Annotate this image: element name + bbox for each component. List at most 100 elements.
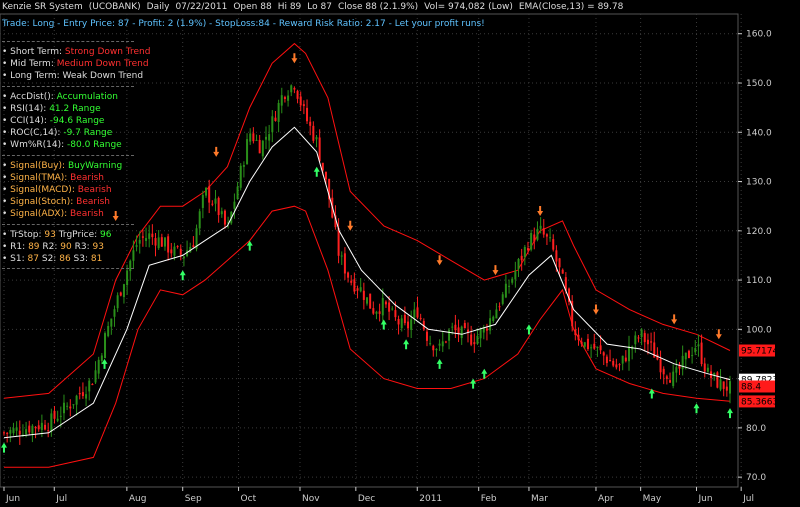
candle-body	[163, 237, 166, 247]
candle-body	[359, 287, 362, 292]
candle-body	[526, 248, 529, 251]
candle-body	[536, 228, 539, 240]
candle-body	[75, 395, 78, 405]
buy-arrow-icon	[179, 270, 186, 281]
candle-body	[599, 345, 602, 351]
candle-body	[214, 198, 217, 204]
x-tick-label: Dec	[358, 494, 375, 504]
candle-body	[343, 253, 346, 274]
candle-body	[643, 333, 646, 343]
candle-body	[640, 329, 643, 338]
candle-body	[593, 343, 596, 349]
y-tick-label: 130.0	[746, 178, 772, 188]
candle-body	[69, 406, 72, 409]
candle-body	[217, 197, 220, 216]
candle-body	[302, 104, 305, 107]
candle-body	[81, 392, 84, 397]
candle-body	[375, 311, 378, 314]
candle-body	[624, 357, 627, 362]
candle-body	[233, 201, 236, 209]
trend-label: Short Term:	[10, 47, 63, 57]
candle-body	[725, 386, 728, 391]
x-tick-label: May	[643, 494, 662, 504]
candle-body	[650, 341, 653, 343]
x-tick-label: Jun	[697, 494, 712, 504]
candle-body	[173, 246, 176, 256]
candle-body	[211, 203, 214, 205]
candle-body	[669, 380, 672, 383]
candle-body	[523, 246, 526, 258]
candle-body	[170, 249, 173, 254]
candle-body	[451, 326, 454, 328]
panel-divider	[2, 85, 134, 88]
candle-body	[397, 319, 400, 325]
candle-body	[9, 429, 12, 434]
candle-body	[242, 165, 245, 167]
candle-body	[400, 318, 403, 329]
candle-body	[410, 319, 413, 330]
candle-body	[40, 422, 43, 430]
y-tick-label: 150.0	[746, 79, 772, 89]
ema-value: EMA(Close,13) = 89.78	[518, 2, 624, 12]
candle-body	[255, 139, 258, 141]
signal-row: • Signal(MACD): Bearish	[2, 185, 112, 196]
sell-arrow-icon	[671, 314, 678, 325]
candle-body	[675, 367, 678, 373]
candle-body	[372, 308, 375, 314]
candle-body	[384, 301, 387, 305]
candle-body	[429, 343, 432, 345]
candle-body	[100, 355, 103, 361]
candle-body	[378, 311, 381, 314]
trend-label: Long Term:	[10, 71, 60, 82]
candle-body	[6, 432, 9, 434]
candle-body	[192, 245, 195, 248]
candle-body	[520, 255, 523, 261]
signal-row: • Signal(ADX): Bearish	[2, 209, 104, 220]
candle-body	[34, 426, 37, 429]
signal-row: • Signal(TMA): Bearish	[2, 172, 104, 183]
candle-body	[729, 381, 731, 394]
candle-body	[694, 348, 697, 353]
candle-body	[542, 228, 545, 235]
candle-body	[72, 404, 75, 406]
candle-body	[605, 356, 608, 364]
candle-body	[659, 358, 662, 373]
indicator-row: • AccDist(): Accumulation	[2, 91, 118, 102]
candle-body	[697, 344, 700, 347]
candle-body	[315, 137, 318, 140]
candle-body	[612, 360, 615, 366]
candle-body	[719, 379, 722, 390]
candle-body	[264, 136, 267, 140]
candle-body	[290, 85, 293, 93]
candle-body	[107, 325, 110, 337]
y-tick-label: 80.0	[746, 424, 766, 434]
candle-body	[312, 125, 315, 141]
indicator-row: • ROC(C,14): -9.7 Range	[2, 128, 113, 139]
x-tick-label: Aug	[129, 494, 147, 504]
candle-body	[552, 239, 555, 250]
candle-body	[66, 405, 69, 407]
buy-arrow-icon	[403, 339, 410, 350]
y-tick-label: 70.0	[746, 473, 766, 483]
candle-body	[88, 380, 91, 392]
volume-value: Vol= 974,082 (Low)	[424, 2, 513, 12]
x-tick-label: Mar	[531, 494, 548, 504]
panel-divider	[2, 223, 134, 226]
candle-body	[239, 165, 242, 188]
sell-arrow-icon	[715, 329, 722, 340]
candle-body	[530, 233, 533, 250]
open-value: Open 88	[233, 2, 272, 12]
trend-label: Mid Term:	[10, 59, 54, 70]
candle-body	[18, 430, 21, 435]
candle-body	[485, 328, 488, 331]
candle-body	[28, 425, 31, 433]
candle-body	[492, 316, 495, 321]
candle-body	[283, 97, 286, 100]
signal-row: • Signal(Stoch): Bearish	[2, 197, 110, 208]
candle-body	[59, 415, 62, 417]
candle-body	[574, 329, 577, 336]
candle-body	[448, 330, 451, 341]
candle-body	[580, 341, 583, 345]
buy-arrow-icon	[436, 358, 443, 369]
buy-arrow-icon	[380, 319, 387, 330]
